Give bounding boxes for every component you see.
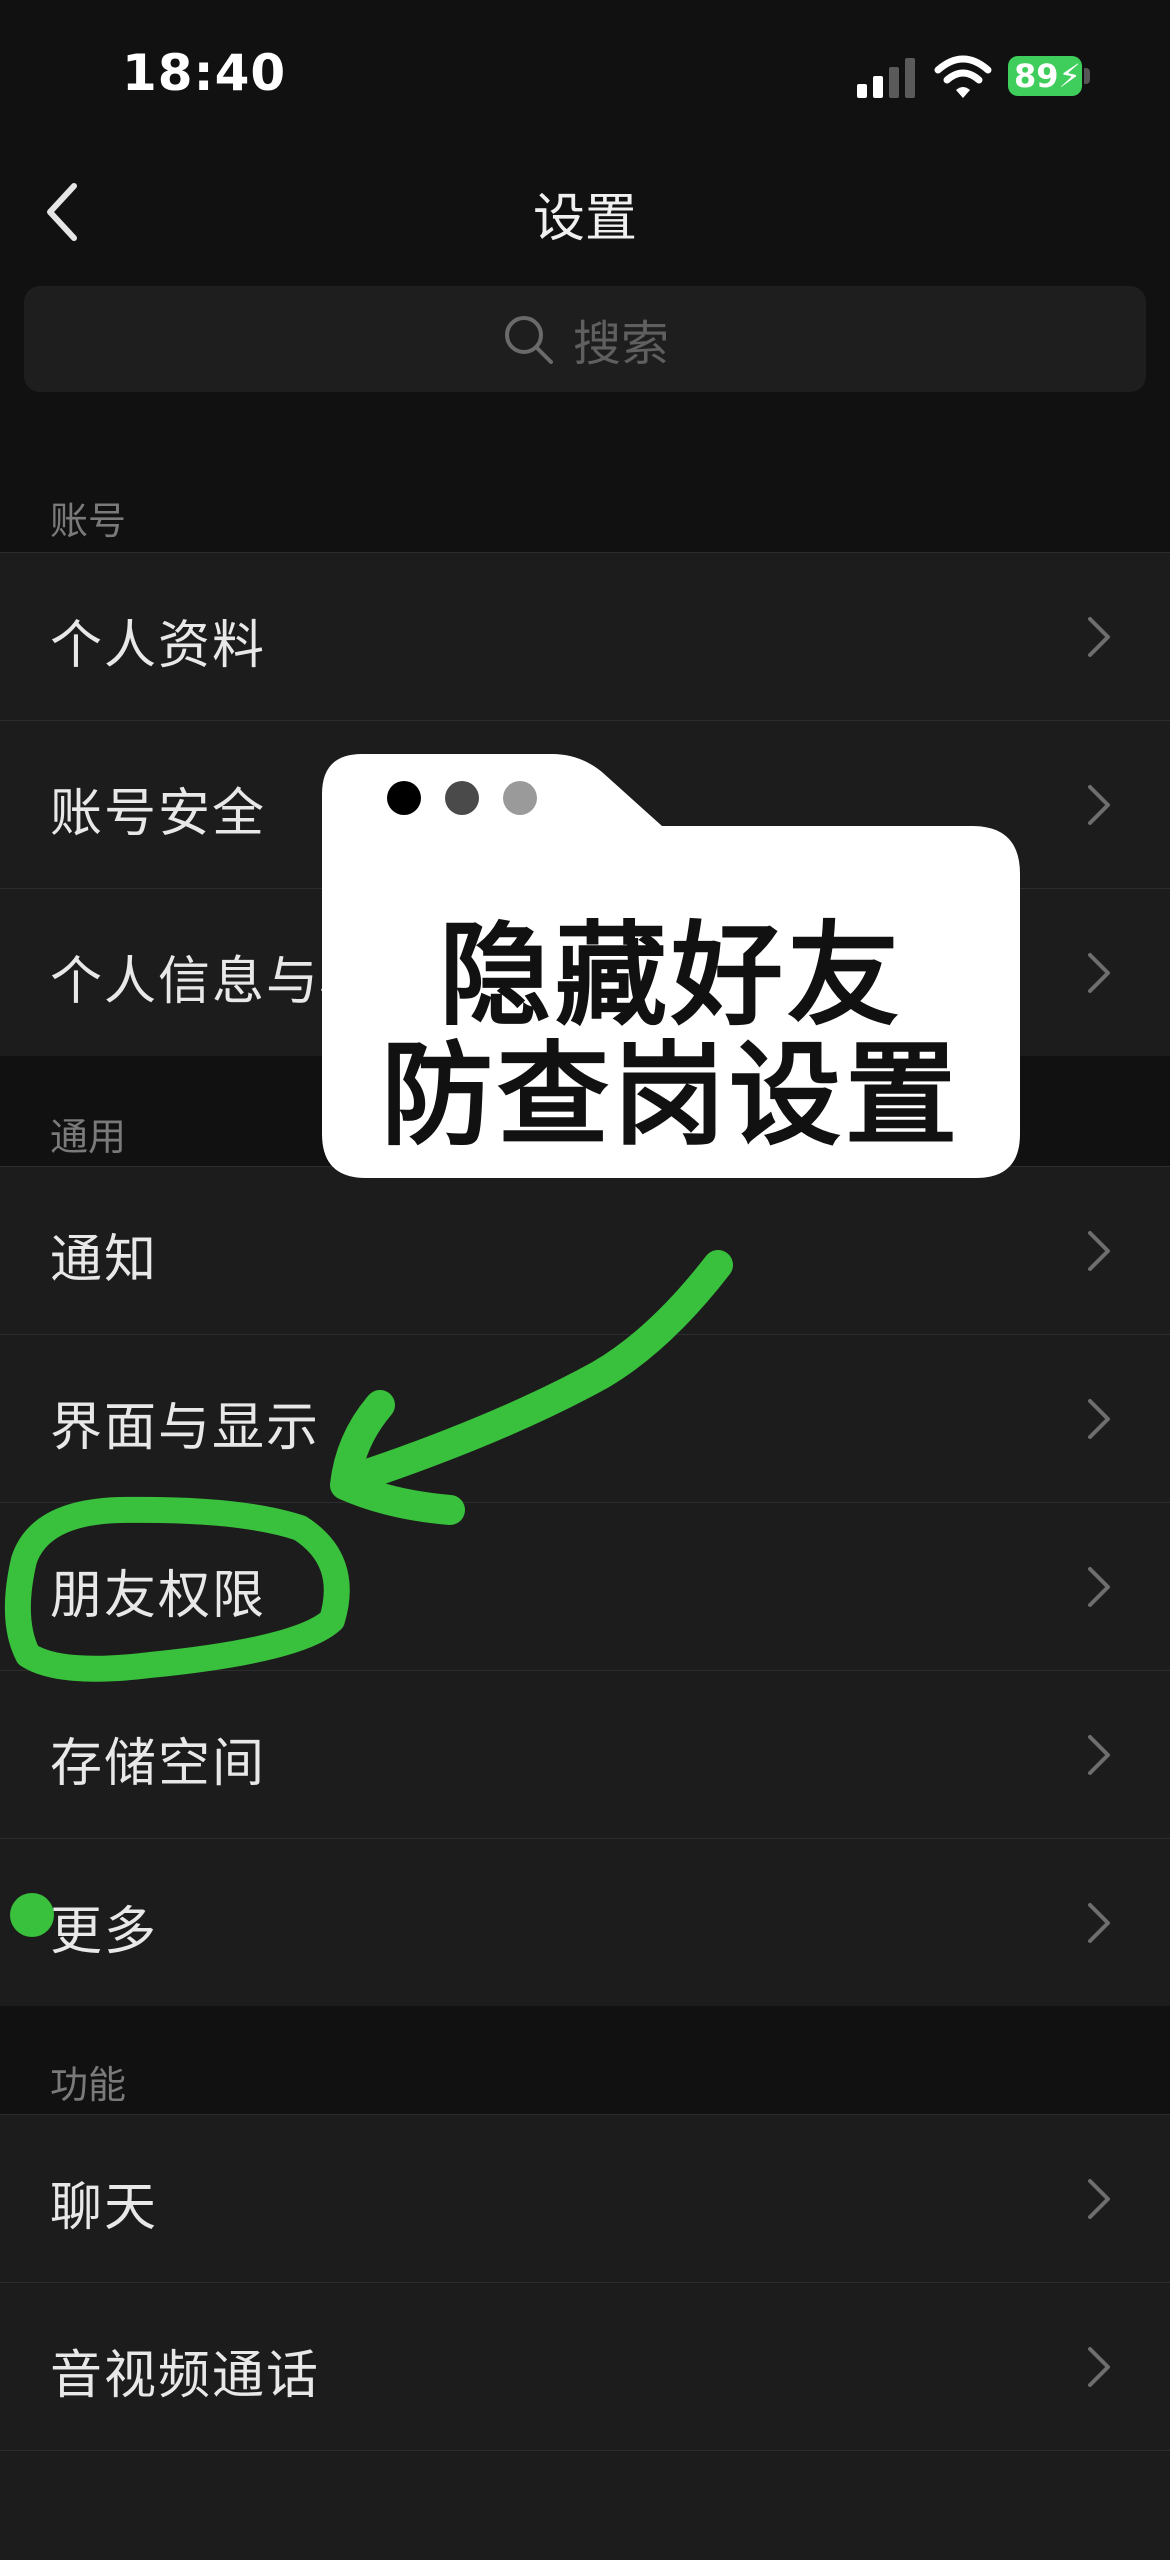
chevron-right-icon: [1088, 617, 1110, 657]
settings-row-calls[interactable]: 音视频通话: [0, 2282, 1170, 2450]
overlay-dot-black: [387, 781, 421, 815]
row-label: 账号安全: [50, 784, 267, 844]
cellular-signal-icon: [857, 58, 915, 98]
page-title: 设置: [532, 189, 637, 249]
nav-bar: 设置: [0, 150, 1170, 270]
battery-cap: [1084, 68, 1090, 84]
settings-row-friend-permissions[interactable]: 朋友权限: [0, 1502, 1170, 1670]
charging-icon: ⚡: [1058, 57, 1081, 95]
section-label-account: 账号: [50, 499, 127, 543]
overlay-dot-dark-gray: [445, 781, 479, 815]
status-bar: 18:40 89⚡: [0, 0, 1170, 150]
settings-row-notifications[interactable]: 通知: [0, 1166, 1170, 1334]
search-icon: [504, 316, 553, 364]
section-label-features: 功能: [50, 2063, 127, 2107]
settings-row-chat[interactable]: 聊天: [0, 2114, 1170, 2282]
row-label: 朋友权限: [50, 1566, 267, 1626]
chevron-right-icon: [1088, 1399, 1110, 1439]
settings-group-features: 聊天 音视频通话: [0, 2114, 1170, 2560]
status-time: 18:40: [122, 44, 287, 102]
battery-level: 89: [1014, 57, 1059, 95]
overlay-title-line2: 防查岗设置: [381, 1031, 961, 1161]
chevron-right-icon: [1088, 1231, 1110, 1271]
chevron-right-icon: [1088, 785, 1110, 825]
chevron-right-icon: [1088, 2179, 1110, 2219]
search-placeholder: 搜索: [572, 316, 669, 372]
settings-row-display[interactable]: 界面与显示: [0, 1334, 1170, 1502]
settings-row-profile[interactable]: 个人资料: [0, 552, 1170, 720]
settings-row-more[interactable]: 更多: [0, 1838, 1170, 2006]
settings-row-storage[interactable]: 存储空间: [0, 1670, 1170, 1838]
row-label: 聊天: [50, 2178, 159, 2238]
battery-indicator: 89⚡: [1008, 56, 1082, 96]
chevron-right-icon: [1088, 1567, 1110, 1607]
overlay-dot-light-gray: [503, 781, 537, 815]
search-bar[interactable]: 搜索: [24, 286, 1146, 392]
row-label: 更多: [50, 1902, 159, 1962]
row-label: 界面与显示: [50, 1398, 321, 1458]
annotation-dot: [10, 1893, 54, 1937]
chevron-right-icon: [1088, 1735, 1110, 1775]
settings-row-partial: [0, 2450, 1170, 2560]
row-label: 音视频通话: [50, 2346, 321, 2406]
chevron-right-icon: [1088, 2347, 1110, 2387]
section-label-general: 通用: [50, 1115, 127, 1159]
wifi-icon: [934, 55, 992, 98]
row-label: 通知: [50, 1230, 159, 1290]
row-label: 存储空间: [50, 1734, 267, 1794]
settings-group-general: 通知 界面与显示 朋友权限 存储空间 更多: [0, 1166, 1170, 2006]
row-label: 个人资料: [50, 616, 267, 676]
chevron-right-icon: [1088, 1903, 1110, 1943]
chevron-right-icon: [1088, 953, 1110, 993]
